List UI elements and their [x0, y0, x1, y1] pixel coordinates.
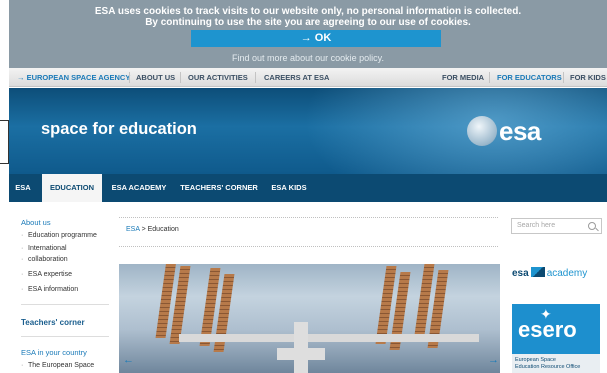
sidebar-item-esa-information[interactable]: ESA information	[21, 284, 111, 295]
tab-education[interactable]: EDUCATION	[42, 174, 102, 202]
nav-divider	[563, 72, 564, 83]
page-title: space for education	[41, 120, 197, 138]
academy-mark-icon	[530, 267, 545, 277]
station-truss	[179, 334, 479, 342]
esa-globe-icon	[467, 116, 497, 146]
search-icon[interactable]	[588, 222, 596, 230]
section-tabs: ESA EDUCATION ESA ACADEMY TEACHERS' CORN…	[9, 174, 607, 202]
sidebar-item-education-programme[interactable]: Education programme	[21, 230, 111, 241]
content-divider-top	[119, 217, 498, 218]
cookie-message: ESA uses cookies to track visits to our …	[9, 0, 607, 28]
breadcrumb-esa[interactable]: ESA	[126, 226, 140, 233]
academy-logo-text: academy	[546, 268, 588, 279]
cookie-message-line1: ESA uses cookies to track visits to our …	[94, 6, 522, 17]
nav-for-media[interactable]: FOR MEDIA	[442, 68, 484, 87]
nav-for-kids[interactable]: FOR KIDS	[570, 68, 606, 87]
cookie-message-line2: By continuing to use the site you are ag…	[145, 17, 471, 28]
tab-esa-academy[interactable]: ESA ACADEMY	[105, 174, 173, 202]
esero-subtitle: European Space Education Resource Office	[512, 354, 600, 373]
sidebar-about-us[interactable]: About us	[21, 218, 51, 227]
esero-logo-text: esero	[518, 317, 577, 342]
nav-divider	[129, 72, 130, 83]
content-divider-bottom	[119, 246, 498, 247]
nav-divider	[489, 72, 490, 83]
carousel-prev-arrow[interactable]: ←	[123, 354, 134, 366]
nav-careers[interactable]: CAREERS AT ESA	[264, 68, 329, 87]
sidebar-divider	[21, 336, 109, 337]
search-box[interactable]: Search here	[511, 218, 602, 234]
esa-logo-text: esa	[499, 116, 541, 146]
sidebar-teachers-corner[interactable]: Teachers' corner	[21, 318, 85, 327]
left-bracket	[0, 120, 9, 164]
sidebar-item-european-space[interactable]: The European Space	[21, 360, 111, 371]
nav-for-educators[interactable]: FOR EDUCATORS	[497, 68, 562, 87]
search-placeholder: Search here	[517, 222, 556, 229]
nav-divider	[180, 72, 181, 83]
left-sidebar: About us Education programme Internation…	[9, 202, 113, 373]
carousel-next-arrow[interactable]: →	[488, 354, 499, 366]
sidebar-divider	[21, 304, 109, 305]
station-module	[277, 348, 325, 360]
sidebar-item-esa-expertise[interactable]: ESA expertise	[21, 269, 111, 280]
nav-divider	[255, 72, 256, 83]
tab-esa-kids[interactable]: ESA KIDS	[267, 174, 311, 202]
esero-banner[interactable]: ✦ esero European Space Education Resourc…	[512, 304, 600, 373]
cookie-ok-button[interactable]: → OK	[191, 30, 441, 47]
sidebar-esa-in-country[interactable]: ESA in your country	[21, 348, 87, 357]
nav-about-us[interactable]: ABOUT US	[136, 68, 175, 87]
site-header: space for education esa	[9, 88, 607, 174]
nav-our-activities[interactable]: OUR ACTIVITIES	[188, 68, 248, 87]
cookie-policy-link[interactable]: Find out more about our cookie policy.	[9, 53, 607, 63]
breadcrumb: ESA > Education	[126, 226, 179, 233]
breadcrumb-current: Education	[147, 226, 179, 233]
header-background-glow	[289, 88, 607, 174]
sidebar-item-collaboration[interactable]: collaboration	[21, 254, 111, 265]
esero-subtitle-line2: Education Resource Office	[515, 363, 581, 370]
cookie-banner: ESA uses cookies to track visits to our …	[9, 0, 607, 68]
tab-teachers-corner[interactable]: TEACHERS' CORNER	[176, 174, 262, 202]
esa-academy-logo[interactable]: esa academy	[512, 263, 588, 279]
iss-photo	[119, 264, 500, 373]
nav-european-space-agency[interactable]: → EUROPEAN SPACE AGENCY	[17, 68, 130, 87]
tab-esa[interactable]: ESA	[9, 174, 37, 202]
breadcrumb-separator: >	[141, 226, 146, 233]
page: ESA uses cookies to track visits to our …	[0, 0, 607, 373]
academy-logo-esa: esa	[512, 268, 529, 279]
sidebar-item-international[interactable]: International	[21, 243, 111, 254]
top-nav: → EUROPEAN SPACE AGENCY ABOUT US OUR ACT…	[9, 68, 607, 87]
